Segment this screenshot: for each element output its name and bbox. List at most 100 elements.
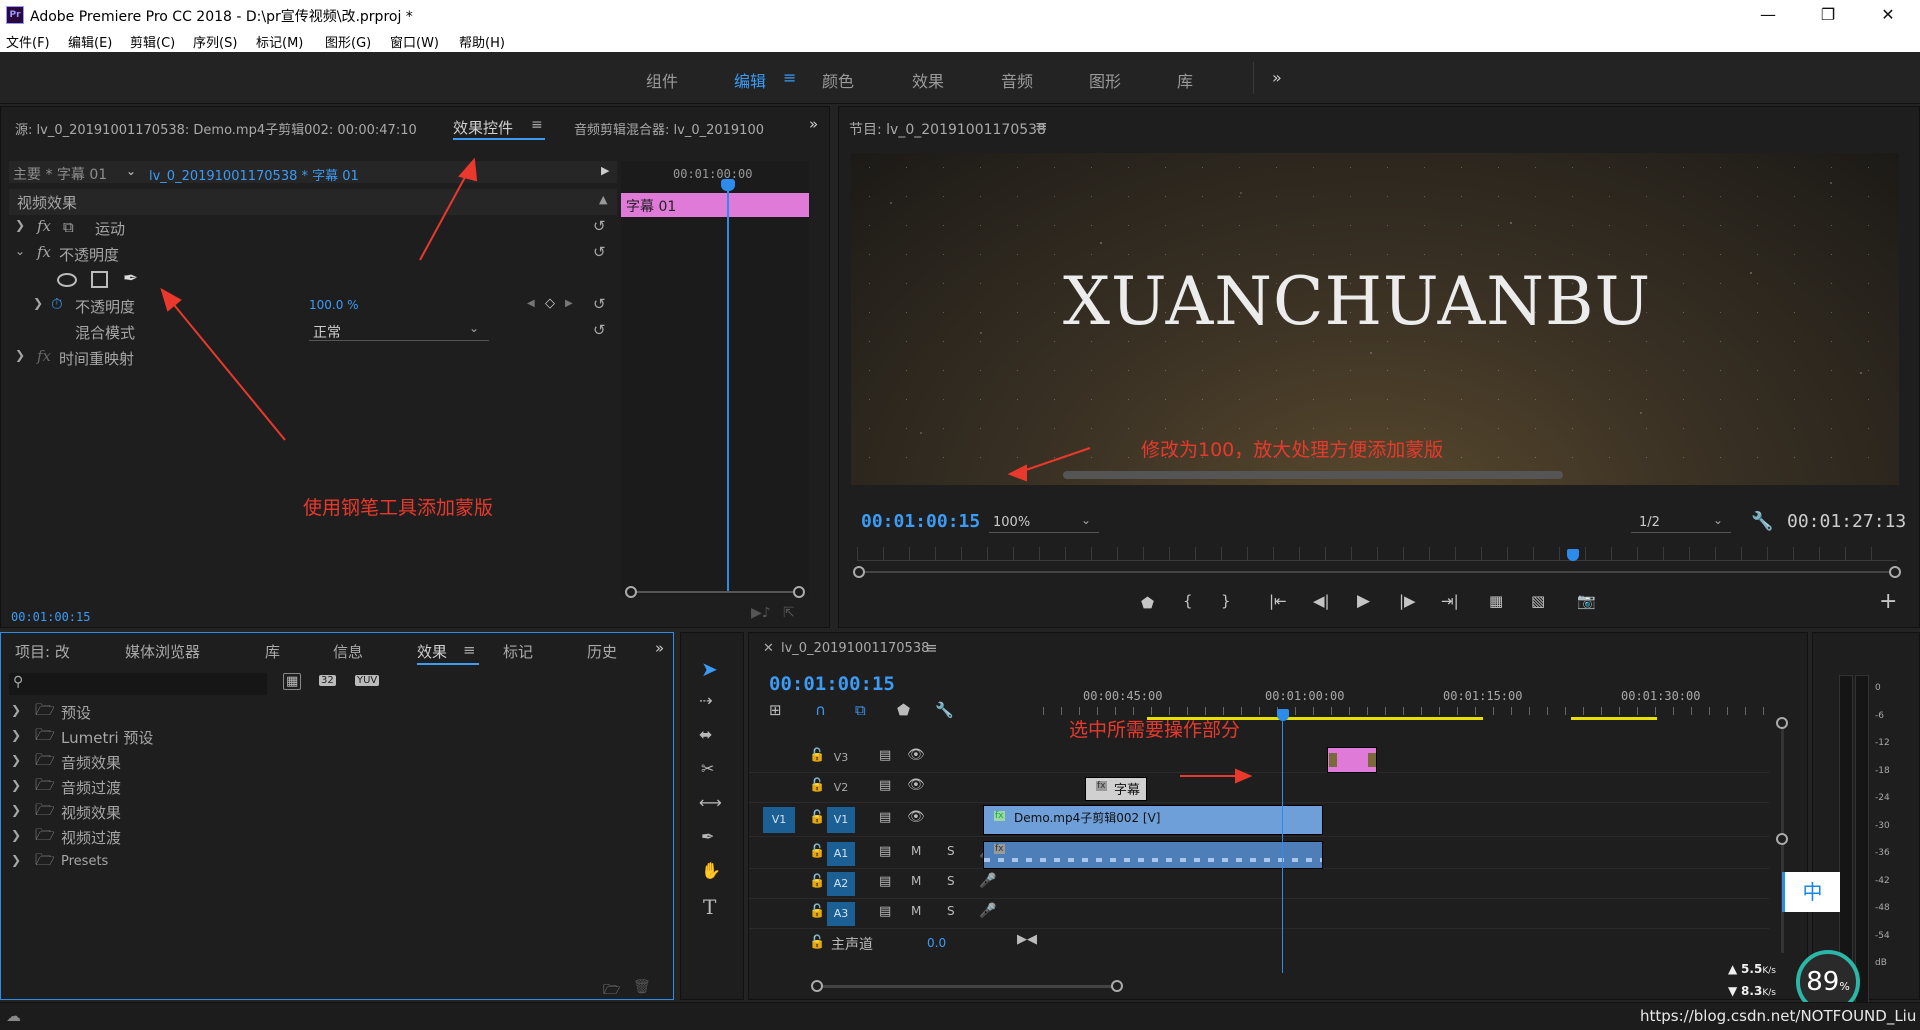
zoom-right-handle[interactable] xyxy=(1889,566,1901,578)
sync-lock-icon[interactable]: ▤ xyxy=(879,778,891,793)
play-audio-icon[interactable]: ▶♪ xyxy=(751,605,771,621)
rectangle-mask-icon[interactable] xyxy=(91,271,108,288)
add-keyframe-icon[interactable]: ◇ xyxy=(545,296,555,311)
expand-opacity-prop-icon[interactable]: ❯ xyxy=(33,296,43,310)
hscroll-right-handle[interactable] xyxy=(1111,980,1123,992)
ime-indicator[interactable]: 中 xyxy=(1782,872,1840,912)
sync-lock-icon[interactable]: ▤ xyxy=(879,810,891,825)
mark-out-icon[interactable]: } xyxy=(1221,592,1231,610)
mini-playhead[interactable] xyxy=(727,179,729,591)
workspace-assembly[interactable]: 组件 xyxy=(646,68,678,92)
go-to-in-icon[interactable]: |⇤ xyxy=(1269,592,1287,610)
tab-library[interactable]: 库 xyxy=(265,641,280,662)
program-timecode[interactable]: 00:01:00:15 xyxy=(861,511,980,532)
reset-opacity-prop-icon[interactable]: ↺ xyxy=(593,295,606,313)
yuv-effects-icon[interactable]: YUV xyxy=(355,675,380,686)
folder-video-transitions[interactable]: ❯ 🗁 视频过渡 xyxy=(11,824,651,850)
workspace-editing[interactable]: 编辑 xyxy=(734,68,766,92)
timeline-settings-wrench-icon[interactable]: 🔧 xyxy=(935,701,954,719)
sequence-tab[interactable]: lv_0_20191001170538 xyxy=(781,641,929,656)
mini-scroll-right-handle[interactable] xyxy=(793,586,805,598)
hscroll-left-handle[interactable] xyxy=(811,980,823,992)
add-marker-icon[interactable]: ⬟ xyxy=(897,701,910,719)
expand-time-remap-icon[interactable]: ❯ xyxy=(15,348,25,362)
timeline-playhead-line[interactable] xyxy=(1282,719,1283,973)
slip-tool-icon[interactable]: ⟷ xyxy=(699,793,722,812)
type-tool-icon[interactable]: T xyxy=(703,895,716,919)
step-forward-icon[interactable]: |▶ xyxy=(1399,592,1416,610)
minimize-icon[interactable]: — xyxy=(1745,0,1791,30)
linked-selection-icon[interactable]: ⧉ xyxy=(855,701,866,719)
lock-icon[interactable]: 🔓 xyxy=(809,874,825,889)
tab-project[interactable]: 项目: 改 xyxy=(15,641,70,662)
export-frame-camera-icon[interactable]: 📷 xyxy=(1577,592,1596,610)
clip-v3-title[interactable] xyxy=(1327,747,1377,773)
prop-row-opacity[interactable]: ❯ ⏱ 不透明度 100.0 % ◀ ◇ ▶ ↺ xyxy=(9,293,617,319)
sync-lock-icon[interactable]: ▤ xyxy=(879,874,891,889)
fx-badge-motion[interactable]: fx xyxy=(37,217,51,235)
settings-wrench-icon[interactable]: 🔧 xyxy=(1751,511,1773,532)
mini-scroll-left-handle[interactable] xyxy=(625,586,637,598)
collapse-opacity-icon[interactable]: ⌄ xyxy=(15,244,25,258)
eye-icon[interactable]: 👁 xyxy=(907,747,925,763)
tab-markers[interactable]: 标记 xyxy=(503,641,533,662)
go-to-end-icon[interactable]: ▶◀ xyxy=(1017,932,1037,947)
close-icon[interactable]: ✕ xyxy=(1865,0,1911,30)
program-zoom-bar[interactable] xyxy=(857,571,1897,573)
snap-magnet-icon[interactable]: ∩ xyxy=(815,701,826,719)
button-editor-add-icon[interactable]: + xyxy=(1879,589,1897,614)
track-label-v1[interactable]: V1 xyxy=(827,807,855,833)
workspace-color[interactable]: 颜色 xyxy=(822,68,854,92)
track-select-tool-icon[interactable]: ⇢ xyxy=(699,691,712,710)
fx-badge-time[interactable]: fx xyxy=(37,347,51,365)
solo-button[interactable]: S xyxy=(947,904,955,918)
lock-icon[interactable]: 🔓 xyxy=(809,810,825,825)
source-patch-v1[interactable]: V1 xyxy=(763,807,795,833)
blend-mode-dropdown[interactable]: 正常 ⌄ xyxy=(309,321,489,341)
folder-presets[interactable]: ❯ 🗁 预设 xyxy=(11,699,651,725)
menu-graphics[interactable]: 图形(G) xyxy=(325,32,371,51)
eye-icon[interactable]: 👁 xyxy=(907,777,925,793)
sync-lock-icon[interactable]: ▤ xyxy=(879,904,891,919)
clip-a1-audio[interactable]: fx xyxy=(983,841,1323,869)
sequence-menu-icon[interactable]: ≡ xyxy=(925,639,938,657)
new-bin-icon[interactable]: 🗁 xyxy=(603,979,620,1003)
workspace-audio[interactable]: 音频 xyxy=(1001,68,1033,92)
tab-info[interactable]: 信息 xyxy=(333,641,363,662)
folder-lumetri-presets[interactable]: ❯ 🗁 Lumetri 预设 xyxy=(11,724,651,750)
play-only-icon[interactable]: ▶ xyxy=(601,164,609,177)
hand-tool-icon[interactable]: ✋ xyxy=(701,861,721,880)
preview-scrollbar[interactable] xyxy=(1063,471,1563,479)
vscroll-top-handle[interactable] xyxy=(1776,717,1788,729)
lock-icon[interactable]: 🔓 xyxy=(809,748,825,763)
selection-tool-icon[interactable]: ➤ xyxy=(701,657,718,681)
ripple-edit-tool-icon[interactable]: ⬌ xyxy=(699,725,712,744)
workspace-effects[interactable]: 效果 xyxy=(912,68,944,92)
track-label-a3[interactable]: A3 xyxy=(827,902,855,926)
sync-lock-icon[interactable]: ▤ xyxy=(879,748,891,763)
fx-badge-opacity[interactable]: fx xyxy=(37,243,51,261)
timeline-playhead-handle[interactable] xyxy=(1277,709,1289,721)
zoom-dropdown[interactable]: 100% ⌄ xyxy=(989,513,1099,533)
mute-button[interactable]: M xyxy=(911,904,921,918)
tab-effect-controls[interactable]: 效果控件 xyxy=(453,117,513,138)
lock-icon[interactable]: 🔓 xyxy=(809,935,825,950)
workspace-graphics[interactable]: 图形 xyxy=(1089,68,1121,92)
microphone-icon[interactable]: 🎤 xyxy=(979,873,996,889)
menu-help[interactable]: 帮助(H) xyxy=(459,32,505,51)
workspace-menu-icon[interactable]: ≡ xyxy=(783,68,796,87)
track-label-v3[interactable]: V3 xyxy=(827,747,855,769)
effect-controls-timecode[interactable]: 00:01:00:15 xyxy=(11,610,90,624)
program-title[interactable]: 节目: lv_0_20191001170538 xyxy=(849,119,1046,139)
workspace-more-icon[interactable]: » xyxy=(1272,68,1282,87)
track-label-a1[interactable]: A1 xyxy=(827,842,855,866)
menu-window[interactable]: 窗口(W) xyxy=(390,32,439,51)
creative-cloud-icon[interactable]: ☁ xyxy=(6,1007,21,1025)
clip-v1-video[interactable]: fx Demo.mp4子剪辑002 [V] xyxy=(983,805,1323,835)
close-sequence-icon[interactable]: ✕ xyxy=(763,641,774,656)
workspace-libraries[interactable]: 库 xyxy=(1177,68,1193,92)
clip-dropdown-icon[interactable]: ⌄ xyxy=(126,164,136,178)
zoom-left-handle[interactable] xyxy=(853,566,865,578)
reset-opacity-icon[interactable]: ↺ xyxy=(593,243,606,261)
clip-v2-title[interactable]: fx 字幕 xyxy=(1085,777,1147,801)
